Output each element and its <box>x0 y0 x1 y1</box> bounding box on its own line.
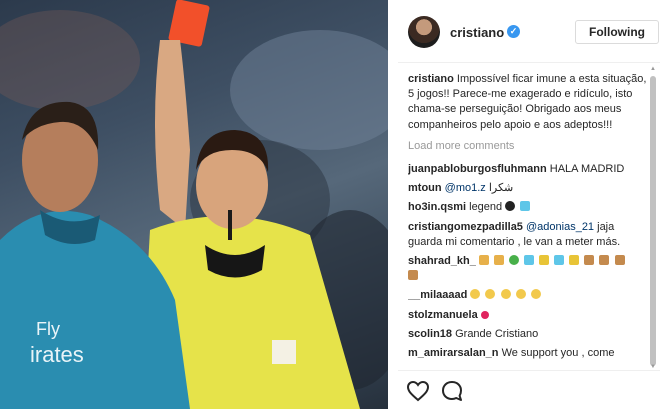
heart-icon[interactable] <box>406 379 430 403</box>
comment-username[interactable]: m_amirarsalan_n <box>408 347 499 359</box>
header-username[interactable]: cristiano <box>450 25 504 40</box>
comment-text: We support you , come <box>501 347 615 360</box>
crown-emoji-icon <box>539 255 550 266</box>
comment-item: scolin18 Grande Cristiano <box>408 327 648 342</box>
comments-list: cristiano Impossível ficar imune a esta … <box>408 72 648 372</box>
crying-face-emoji-icon <box>470 289 481 300</box>
comments-scrollbar[interactable]: ▲ ▼ <box>650 66 656 370</box>
verified-badge-icon: ✓ <box>507 25 520 38</box>
muscle-emoji-icon <box>584 255 595 266</box>
scroll-thumb[interactable] <box>650 76 656 366</box>
gem-emoji-icon <box>520 201 531 212</box>
red-heart-emoji-icon <box>480 310 489 319</box>
photo-illustration: Fly irates <box>0 0 388 409</box>
fist-emoji-icon <box>494 255 504 266</box>
comment-text: Grande Cristiano <box>455 327 539 340</box>
svg-text:irates: irates <box>30 342 84 367</box>
crying-face-emoji-icon <box>500 289 511 300</box>
post-header: cristiano ✓ Following <box>398 0 660 63</box>
instagram-post: Fly irates cristiano ✓ Following cristia… <box>0 0 660 409</box>
crying-face-emoji-icon <box>515 289 526 300</box>
comment-username[interactable]: ho3in.qsmi <box>408 201 466 213</box>
post-side-panel: cristiano ✓ Following cristiano Impossív… <box>398 0 660 409</box>
svg-text:Fly: Fly <box>36 319 60 339</box>
comment-mention[interactable]: @adonias_21 <box>526 221 594 233</box>
caption-username[interactable]: cristiano <box>408 73 454 85</box>
gem-emoji-icon <box>524 255 535 266</box>
comment-username[interactable]: stolzmanuela <box>408 309 478 321</box>
comment-item: ho3in.qsmi legend <box>408 200 648 215</box>
comment-item: mtoun @mo1.z شكرا <box>408 181 648 196</box>
comment-username[interactable]: juanpabloburgosfluhmann <box>408 163 547 175</box>
comment-item: cristiangomezpadilla5 @adonias_21 jaja g… <box>408 220 648 250</box>
avatar[interactable] <box>408 16 440 48</box>
comment-username[interactable]: mtoun <box>408 182 442 194</box>
comment-username[interactable]: __milaaaad <box>408 289 467 301</box>
comment-icon[interactable] <box>440 379 464 403</box>
gem-emoji-icon <box>554 255 565 266</box>
comment-item: __milaaaad <box>408 288 648 303</box>
black-heart-emoji-icon <box>505 201 516 212</box>
comment-item: stolzmanuela <box>408 308 648 323</box>
muscle-emoji-icon <box>408 270 418 281</box>
ok-hand-emoji-icon <box>478 255 489 266</box>
comment-username[interactable]: shahrad_kh_ <box>408 255 476 267</box>
following-button[interactable]: Following <box>575 20 659 44</box>
muscle-emoji-icon <box>614 255 625 266</box>
comment-username[interactable]: scolin18 <box>408 328 452 340</box>
post-caption: cristiano Impossível ficar imune a esta … <box>408 72 648 133</box>
crying-face-emoji-icon <box>530 289 541 300</box>
comment-item: shahrad_kh_ <box>408 254 648 284</box>
comment-username[interactable]: cristiangomezpadilla5 <box>408 221 523 233</box>
scroll-up-icon[interactable]: ▲ <box>650 66 656 72</box>
comment-item: m_amirarsalan_n We support you , come <box>408 346 648 361</box>
post-actions <box>398 370 660 410</box>
comment-text: HALA MADRID <box>549 163 625 176</box>
load-more-comments-link[interactable]: Load more comments <box>408 139 648 154</box>
crying-face-emoji-icon <box>485 289 496 300</box>
post-photo: Fly irates <box>0 0 388 409</box>
comment-text: شكرا <box>488 182 514 195</box>
comment-text: legend <box>469 201 503 214</box>
muscle-emoji-icon <box>599 255 610 266</box>
comment-mention[interactable]: @mo1.z <box>445 182 486 194</box>
comment-item: juanpabloburgosfluhmann HALA MADRID <box>408 162 648 177</box>
crown-emoji-icon <box>569 255 580 266</box>
green-heart-emoji-icon <box>509 255 520 266</box>
